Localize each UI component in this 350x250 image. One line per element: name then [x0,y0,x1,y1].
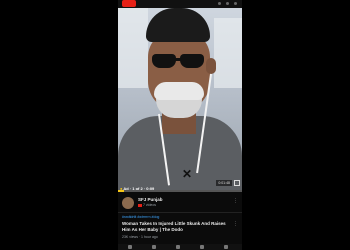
channel-row[interactable]: SFJ Punjab 7 videos ⋮ [118,194,242,212]
sunglasses-left-lens [152,54,176,68]
divider [118,212,242,213]
next-video-title[interactable]: Woman Takes In Injured Little Skunk And … [122,221,234,233]
channel-badge-icon [138,203,142,207]
cast-icon[interactable] [218,2,221,5]
progress-bar[interactable] [118,190,242,192]
create-icon[interactable] [176,245,180,249]
status-bar [118,0,242,8]
shirt-logo-icon: ✕ [182,167,193,181]
next-video-tags[interactable]: #rwdtdrtit #wtrrrrrn #dog [122,215,159,219]
shorts-icon[interactable] [152,245,156,249]
background-window [118,8,148,88]
channel-avatar[interactable] [122,197,134,209]
fullscreen-icon[interactable] [234,180,240,186]
library-icon[interactable] [224,245,228,249]
home-icon[interactable] [128,245,132,249]
next-video-meta: 23K views · 1 hour ago [122,235,158,239]
youtube-logo-icon[interactable] [122,0,136,7]
progress-fill [118,190,125,192]
time-badge[interactable]: 0:01:48 [216,180,232,186]
sunglasses-bridge [174,58,182,61]
head-covering [146,8,210,42]
background-wall [214,18,242,88]
more-vert-icon[interactable]: ⋮ [233,198,238,204]
next-more-vert-icon[interactable]: ⋮ [233,221,238,227]
channel-subtitle: 7 videos [138,203,156,207]
channel-name[interactable]: SFJ Punjab [138,197,163,202]
subscriptions-icon[interactable] [200,245,204,249]
account-icon[interactable] [234,2,237,5]
bottom-nav [118,244,242,250]
mustache [154,82,204,100]
channel-subtitle-text: 7 videos [143,203,157,207]
search-icon[interactable] [226,2,229,5]
ear [206,58,216,74]
sunglasses-right-lens [180,54,204,68]
video-player[interactable]: ✕ ● Ad · 1 of 2 · 0:09 0:01:48 [118,8,242,192]
phone-screen: ✕ ● Ad · 1 of 2 · 0:09 0:01:48 SFJ Punja… [118,0,242,250]
